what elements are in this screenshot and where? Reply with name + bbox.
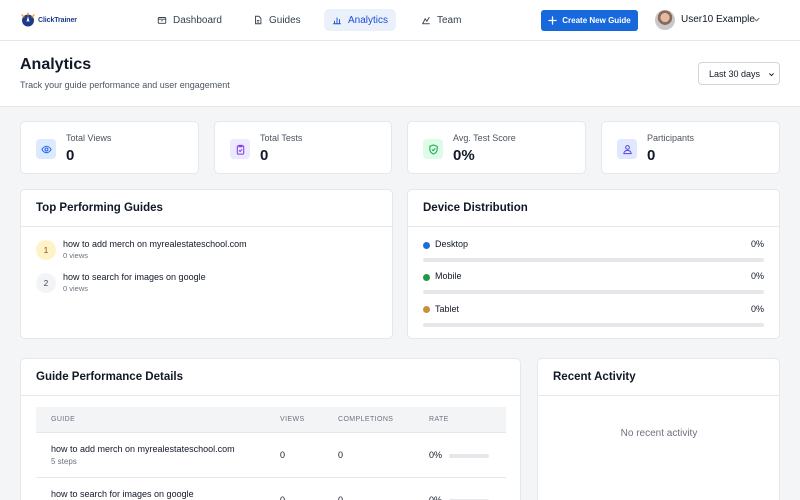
- column-header-guide: GUIDE: [51, 416, 76, 423]
- participants-icon: [617, 139, 637, 159]
- column-header-completions: COMPLETIONS: [338, 416, 394, 423]
- divider: [408, 226, 779, 227]
- table-header: GUIDE VIEWS COMPLETIONS RATE: [36, 407, 506, 432]
- device-distribution-card: Device Distribution Desktop 0% Mobile 0%…: [407, 189, 780, 339]
- device-percent: 0%: [750, 271, 764, 281]
- guide-title-link[interactable]: how to search for images on google: [63, 272, 206, 282]
- bar-chart-icon: [333, 17, 341, 25]
- device-percent: 0%: [750, 304, 764, 314]
- clipboard-check-icon: [230, 139, 250, 159]
- row-guide-title[interactable]: how to add merch on myrealestateschool.c…: [51, 444, 235, 454]
- card-title: Device Distribution: [423, 202, 528, 214]
- chevron-down-icon: [769, 73, 774, 77]
- page-subtitle: Track your guide performance and user en…: [20, 80, 230, 90]
- device-name: Tablet: [435, 304, 460, 314]
- create-new-guide-label: Create New Guide: [562, 16, 631, 25]
- create-new-guide-button[interactable]: Create New Guide: [541, 10, 638, 31]
- desktop-color-dot: [423, 242, 430, 249]
- nav-analytics[interactable]: Analytics: [324, 9, 397, 31]
- row-divider: [36, 477, 506, 478]
- shield-check-icon: [423, 139, 443, 159]
- device-bar: [423, 323, 764, 327]
- logo-text: ClickTrainer: [38, 16, 77, 24]
- nav-team-label: Team: [437, 14, 462, 26]
- stat-card-participants: Participants 0: [601, 121, 780, 174]
- row-views: 0: [280, 450, 286, 460]
- date-range-value: Last 30 days: [709, 68, 761, 79]
- nav-dashboard[interactable]: Dashboard: [149, 9, 230, 31]
- guide-views: 0 views: [63, 251, 89, 260]
- nav-team[interactable]: Team: [413, 9, 469, 31]
- page-title: Analytics: [20, 56, 92, 73]
- row-views: 0: [280, 495, 286, 500]
- document-icon: [255, 15, 262, 25]
- nav-analytics-label: Analytics: [348, 14, 389, 26]
- nav-guides[interactable]: Guides: [245, 9, 309, 31]
- stat-value: 0%: [453, 147, 475, 164]
- stat-label: Total Views: [66, 133, 112, 143]
- row-rate: 0%: [429, 495, 443, 500]
- clicktrainer-logo-icon: [21, 12, 35, 27]
- stat-label: Participants: [647, 133, 695, 143]
- logo[interactable]: ClickTrainer: [20, 11, 77, 29]
- card-title: Top Performing Guides: [36, 202, 163, 214]
- stat-value: 0: [260, 147, 269, 164]
- stat-label: Total Tests: [260, 133, 303, 143]
- device-name: Mobile: [435, 271, 462, 281]
- rate-bar: [449, 454, 489, 458]
- empty-state-text: No recent activity: [620, 428, 698, 439]
- team-icon: [422, 16, 430, 25]
- nav-guides-label: Guides: [269, 14, 301, 26]
- stat-card-total-views: Total Views 0: [20, 121, 199, 174]
- guide-views: 0 views: [63, 284, 89, 293]
- recent-activity-card: Recent Activity No recent activity: [537, 358, 780, 500]
- device-bar: [423, 258, 764, 262]
- eye-icon: [36, 139, 56, 159]
- stat-value: 0: [647, 147, 656, 164]
- row-guide-title[interactable]: how to search for images on google: [51, 489, 194, 499]
- stat-value: 0: [66, 147, 75, 164]
- guide-title-link[interactable]: how to add merch on myrealestateschool.c…: [63, 239, 247, 249]
- guide-performance-card: Guide Performance Details GUIDE VIEWS CO…: [20, 358, 521, 500]
- box-icon: [157, 17, 167, 24]
- device-bar: [423, 290, 764, 294]
- stat-card-total-tests: Total Tests 0: [214, 121, 392, 174]
- rank-badge: 2: [36, 273, 56, 293]
- card-title: Guide Performance Details: [36, 371, 183, 383]
- device-percent: 0%: [750, 239, 764, 249]
- row-divider: [36, 432, 506, 433]
- row-rate: 0%: [429, 450, 443, 460]
- column-header-views: VIEWS: [280, 416, 305, 423]
- stat-label: Avg. Test Score: [453, 133, 516, 143]
- top-nav: ClickTrainer Dashboard Guides Analytics …: [0, 0, 800, 41]
- stat-card-avg-test-score: Avg. Test Score 0%: [407, 121, 586, 174]
- device-name: Desktop: [435, 239, 469, 249]
- row-completions: 0: [338, 495, 344, 500]
- user-name[interactable]: User10 Example: [681, 14, 755, 25]
- date-range-select[interactable]: Last 30 days: [698, 62, 780, 85]
- top-guides-card: Top Performing Guides 1 how to add merch…: [20, 189, 393, 339]
- page-header: Analytics Track your guide performance a…: [0, 41, 800, 107]
- avatar[interactable]: [655, 10, 675, 30]
- rank-badge: 1: [36, 240, 56, 260]
- mobile-color-dot: [423, 274, 430, 281]
- row-completions: 0: [338, 450, 344, 460]
- plus-icon: [548, 16, 557, 25]
- chevron-down-icon[interactable]: [752, 15, 761, 24]
- divider: [538, 395, 779, 396]
- card-title: Recent Activity: [553, 371, 636, 383]
- tablet-color-dot: [423, 306, 430, 313]
- nav-dashboard-label: Dashboard: [173, 14, 222, 26]
- divider: [21, 395, 520, 396]
- divider: [21, 226, 392, 227]
- column-header-rate: RATE: [429, 416, 449, 423]
- row-guide-steps: 5 steps: [51, 457, 77, 466]
